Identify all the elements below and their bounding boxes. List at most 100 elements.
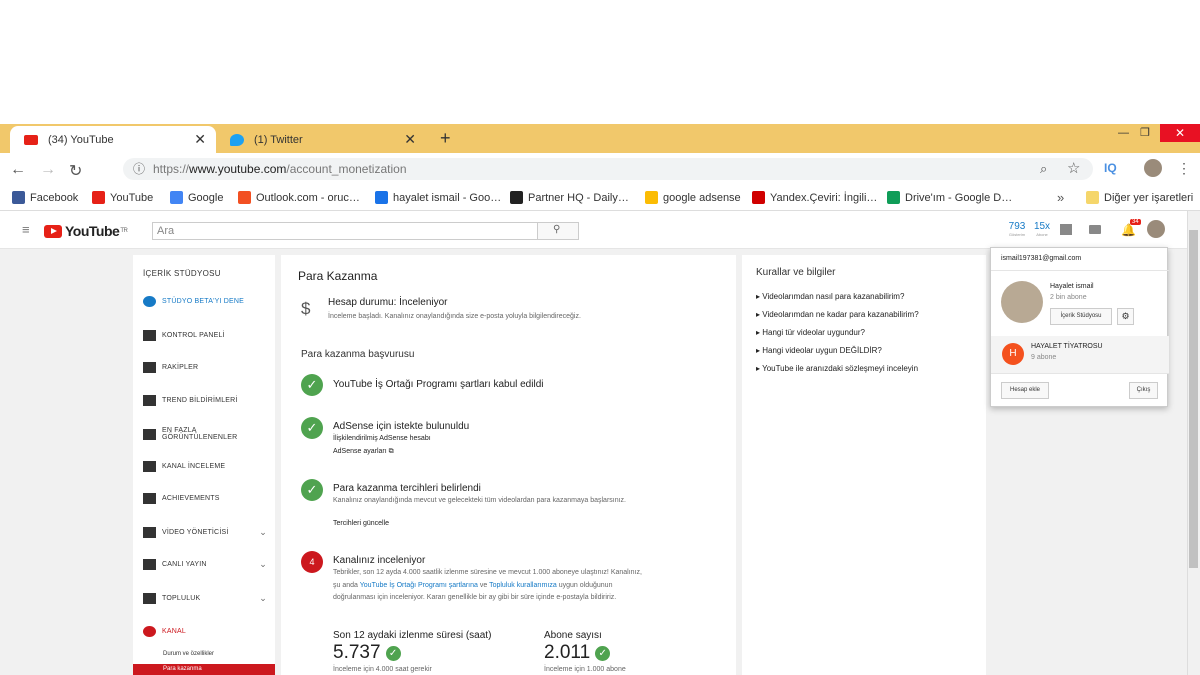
forward-icon[interactable]: → <box>40 161 56 179</box>
sidebar-item[interactable]: KANAL <box>143 626 271 637</box>
bookmark-item[interactable]: Outlook.com - oruc… <box>238 191 360 204</box>
chevron-down-icon[interactable]: ⌄ <box>259 559 267 570</box>
hamburger-menu-icon[interactable]: ≡ <box>22 222 30 237</box>
analytics-icon[interactable] <box>1060 224 1072 235</box>
ypp-terms-link[interactable]: YouTube İş Ortağı Programı şartlarına <box>360 582 478 589</box>
bookmark-label: google adsense <box>663 191 741 204</box>
bookmark-star-icon[interactable]: ☆ <box>1067 159 1080 177</box>
bookmark-item[interactable]: Google <box>170 191 223 204</box>
sidebar-item[interactable]: STÜDYO BETA'YI DENE <box>143 296 271 307</box>
bookmark-item[interactable]: Drive'ım - Google D… <box>887 191 1012 204</box>
other-account-subs: 9 abone <box>1031 354 1057 361</box>
update-preferences-link[interactable]: Tercihleri güncelle <box>333 520 389 527</box>
bookmark-label: Outlook.com - oruc… <box>256 191 360 204</box>
iq-extension-icon[interactable]: IQ <box>1104 161 1117 175</box>
info-icon[interactable]: ⓘ <box>133 158 145 180</box>
sidebar-item-icon <box>143 428 156 440</box>
sign-out-button[interactable]: Çıkış <box>1129 382 1158 399</box>
search-icon: ⚲ <box>553 224 561 235</box>
rules-item[interactable]: ▸ YouTube ile aranızdaki sözleşmeyi ince… <box>756 364 918 373</box>
views-stat[interactable]: 793 Gösterim <box>1006 221 1028 237</box>
account-avatar[interactable] <box>1147 220 1165 238</box>
close-window-icon[interactable]: ✕ <box>1160 124 1200 142</box>
url-bar[interactable]: ⓘ https://www.youtube.com/account_moneti… <box>123 158 1093 180</box>
bookmark-item[interactable]: YouTube <box>92 191 153 204</box>
reload-icon[interactable]: ↻ <box>69 161 82 181</box>
add-account-button[interactable]: Hesap ekle <box>1001 382 1049 399</box>
profile-avatar[interactable] <box>1144 159 1162 177</box>
rules-item[interactable]: ▸ Videolarımdan ne kadar para kazanabili… <box>756 310 919 319</box>
sidebar-subitem-status[interactable]: Durum ve özellikler <box>163 651 214 657</box>
watch-hours-value: 5.737 <box>333 642 381 663</box>
subs-stat[interactable]: 15x Abone <box>1031 221 1053 237</box>
rules-item-label: Hangi videolar uygun DEĞİLDİR? <box>762 346 882 355</box>
status-description: İnceleme başladı. Kanalınız onaylandığın… <box>328 313 581 320</box>
youtube-play-icon <box>44 224 62 238</box>
bookmark-label: YouTube <box>110 191 154 204</box>
youtube-logo[interactable]: YouTube TR <box>44 223 128 239</box>
upload-video-icon[interactable] <box>1089 225 1101 234</box>
search-input[interactable]: Ara <box>152 222 538 240</box>
sidebar-item[interactable]: KANAL İNCELEME <box>143 461 271 472</box>
sidebar-item[interactable]: TREND BİLDİRİMLERİ <box>143 395 271 406</box>
chevron-down-icon[interactable]: ⌄ <box>259 593 267 604</box>
bookmark-favicon-icon <box>170 191 183 204</box>
bookmark-favicon-icon <box>645 191 658 204</box>
sidebar-item[interactable]: RAKİPLER <box>143 362 271 373</box>
check-icon: ✓ <box>301 417 323 439</box>
bookmark-item[interactable]: google adsense <box>645 191 741 204</box>
other-account-name: HAYALET TİYATROSU <box>1031 343 1103 350</box>
menu-kebab-icon[interactable]: ⋮ <box>1177 160 1191 177</box>
page-title: Para Kazanma <box>298 269 378 283</box>
rules-item-label: YouTube ile aranızdaki sözleşmeyi incele… <box>762 364 919 373</box>
restore-icon[interactable]: ❐ <box>1140 126 1150 139</box>
bookmark-item[interactable]: Yandex.Çeviri: İngili… <box>752 191 877 204</box>
bookmark-label: Partner HQ - Daily… <box>528 191 629 204</box>
sidebar-item-icon <box>143 330 156 341</box>
tab-twitter[interactable]: (1) Twitter ✕ <box>216 126 426 153</box>
rules-item[interactable]: ▸ Hangi videolar uygun DEĞİLDİR? <box>756 346 882 355</box>
new-tab-button[interactable]: + <box>440 128 451 149</box>
community-guidelines-link[interactable]: Topluluk kurallarımıza <box>489 582 557 589</box>
check-icon: ✓ <box>385 645 401 661</box>
back-icon[interactable]: ← <box>10 161 26 179</box>
sidebar-item[interactable]: VİDEO YÖNETİCİSİ ⌄ <box>143 527 271 538</box>
sidebar-item[interactable]: CANLI YAYIN ⌄ <box>143 559 271 570</box>
zoom-icon[interactable]: ⌕ <box>1040 161 1047 177</box>
rules-item[interactable]: ▸ Videolarımdan nasıl para kazanabilirim… <box>756 292 904 301</box>
views-label: Gösterim <box>1008 232 1026 237</box>
other-bookmarks[interactable]: Diğer yer işaretleri <box>1086 191 1193 204</box>
bookmark-favicon-icon <box>12 191 25 204</box>
tab-youtube[interactable]: (34) YouTube ✕ <box>10 126 216 153</box>
minimize-icon[interactable]: — <box>1118 127 1129 139</box>
sidebar-item-label: KANAL İNCELEME <box>162 463 226 470</box>
adsense-settings-label: AdSense ayarları <box>333 448 387 455</box>
sidebar-item[interactable]: TOPLULUK ⌄ <box>143 593 271 604</box>
logo-text: YouTube <box>65 223 120 239</box>
search-button[interactable]: ⚲ <box>537 222 579 240</box>
sidebar-item[interactable]: KONTROL PANELİ <box>143 330 271 341</box>
notifications-bell-icon[interactable]: 🔔 <box>1121 223 1136 237</box>
bookmark-favicon-icon <box>375 191 388 204</box>
bookmark-favicon-icon <box>752 191 765 204</box>
chevron-down-icon[interactable]: ⌄ <box>259 527 267 538</box>
adsense-settings-link[interactable]: AdSense ayarları ⧉ <box>333 448 394 456</box>
bookmark-item[interactable]: Facebook <box>12 191 78 204</box>
adsense-account-link[interactable]: İlişkilendirilmiş AdSense hesabı <box>333 435 431 442</box>
sidebar-item[interactable]: EN FAZLA GÖRÜNTÜLENENLER <box>143 427 271 441</box>
bookmark-favicon-icon <box>887 191 900 204</box>
sidebar-subitem-monetization[interactable]: Para kazanma <box>163 666 202 672</box>
sidebar-item[interactable]: ACHIEVEMENTS <box>143 493 271 504</box>
other-account-avatar: H <box>1002 343 1024 365</box>
close-tab-icon[interactable]: ✕ <box>404 131 416 148</box>
scrollbar-thumb[interactable] <box>1189 230 1198 568</box>
rules-item[interactable]: ▸ Hangi tür videolar uygundur? <box>756 328 865 337</box>
creator-studio-button[interactable]: İçerik Stüdyosu <box>1050 308 1112 325</box>
close-tab-icon[interactable]: ✕ <box>194 131 206 148</box>
bookmark-item[interactable]: Partner HQ - Daily… <box>510 191 629 204</box>
bookmark-item[interactable]: hayalet ismail - Goo… <box>375 191 501 204</box>
bookmark-favicon-icon <box>238 191 251 204</box>
sidebar-item-label: TOPLULUK <box>162 595 201 602</box>
bookmarks-more-icon[interactable]: » <box>1057 190 1064 205</box>
settings-gear-icon[interactable]: ⚙ <box>1117 308 1134 325</box>
